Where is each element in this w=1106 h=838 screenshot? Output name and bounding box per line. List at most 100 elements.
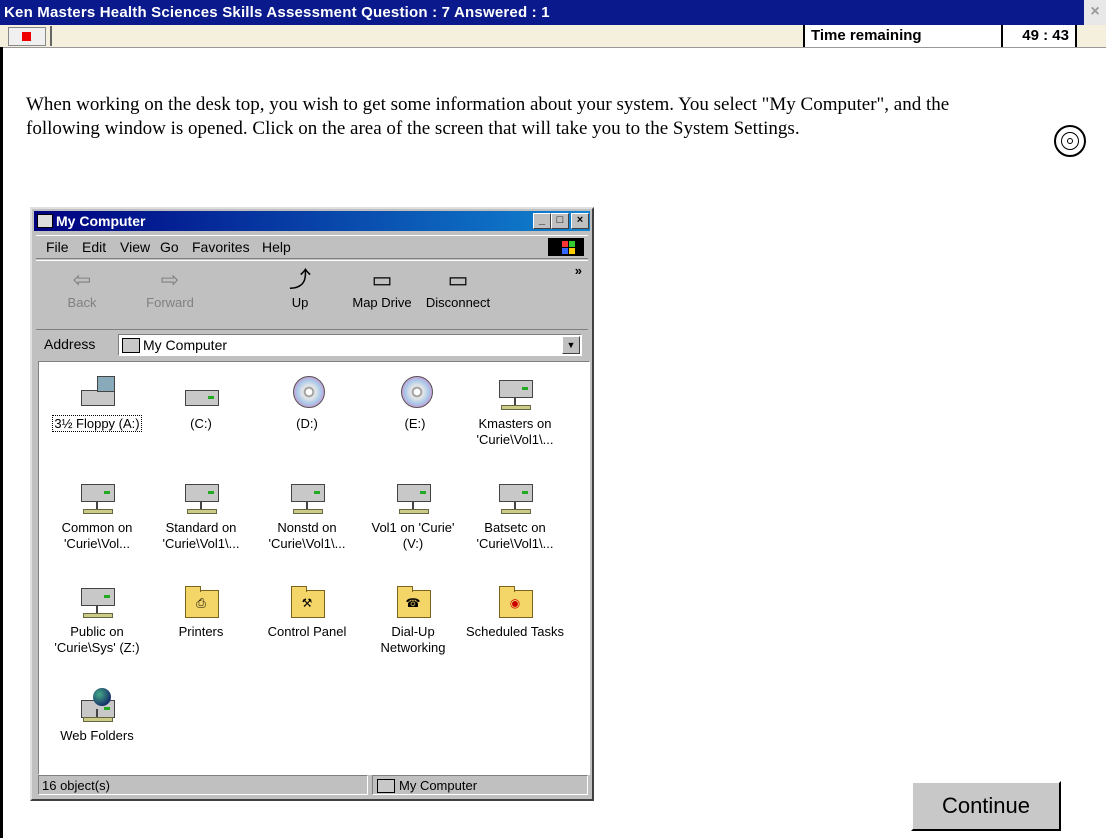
network-drive-nonstd[interactable]: Nonstd on 'Curie\Vol1\... — [255, 480, 359, 552]
window-title: My Computer — [56, 213, 146, 229]
time-remaining-value: 49 : 43 — [1022, 27, 1069, 44]
network-drive-batsetc[interactable]: Batsetc on 'Curie\Vol1\... — [463, 480, 567, 552]
audio-play-icon[interactable] — [1054, 125, 1086, 157]
menu-favorites[interactable]: Favorites — [192, 236, 250, 258]
menu-edit[interactable]: Edit — [82, 236, 106, 258]
divider — [1001, 25, 1003, 47]
file-view: 3½ Floppy (A:) (C:) (D:) (E:) Kmasters o… — [38, 361, 590, 775]
address-value: My Computer — [143, 337, 228, 353]
minimize-button[interactable]: _ — [533, 213, 551, 229]
up-button[interactable]: ⤴ Up — [266, 265, 334, 325]
drive-item-c[interactable]: (C:) — [149, 376, 253, 432]
floppy-drive-icon — [77, 376, 117, 412]
network-drive-public[interactable]: Public on 'Curie\Sys' (Z:) — [45, 584, 149, 656]
close-button[interactable]: × — [571, 213, 589, 229]
menu-help[interactable]: Help — [262, 236, 291, 258]
divider — [50, 26, 52, 46]
status-location: My Computer — [372, 775, 588, 795]
item-label: Printers — [178, 624, 224, 639]
windows-logo-icon — [548, 238, 584, 256]
item-label: Control Panel — [267, 624, 347, 639]
network-drive-icon — [181, 480, 221, 516]
time-remaining-label: Time remaining — [811, 27, 922, 44]
address-label: Address — [44, 336, 96, 352]
forward-label: Forward — [146, 295, 194, 310]
printers-folder[interactable]: ⎙ Printers — [149, 584, 253, 640]
window-status-bar: 16 object(s) My Computer — [36, 775, 588, 797]
window-titlebar: My Computer _ □ × — [34, 211, 590, 231]
disconnect-icon: ▭ — [447, 267, 469, 292]
timer-box: Time remaining 49 : 43 — [803, 25, 1077, 47]
chevron-down-icon[interactable]: ▼ — [562, 336, 580, 354]
menu-bar: File Edit View Go Favorites Help — [36, 235, 588, 259]
app-close-icon[interactable]: × — [1084, 0, 1106, 25]
continue-button[interactable]: Continue — [911, 781, 1061, 831]
cd-drive-icon — [287, 376, 327, 412]
item-label: Batsetc on 'Curie\Vol1\... — [476, 520, 554, 551]
drive-item-floppy[interactable]: 3½ Floppy (A:) — [45, 376, 149, 432]
computer-icon — [37, 214, 53, 228]
item-label: Common on 'Curie\Vol... — [61, 520, 133, 551]
menu-view[interactable]: View — [120, 236, 150, 258]
menu-go[interactable]: Go — [160, 236, 179, 258]
stop-button[interactable] — [8, 27, 46, 46]
menu-file[interactable]: File — [46, 236, 69, 258]
dial-up-icon: ☎ — [393, 584, 433, 620]
address-bar: Address My Computer ▼ — [36, 331, 588, 357]
network-drive-standard[interactable]: Standard on 'Curie\Vol1\... — [149, 480, 253, 552]
back-button[interactable]: ⇦ Back — [48, 265, 116, 325]
toolbar-more-icon[interactable]: » — [575, 263, 582, 278]
computer-icon — [377, 779, 395, 793]
web-folders-icon — [77, 688, 117, 724]
control-panel-folder[interactable]: ⚒ Control Panel — [255, 584, 359, 640]
scheduled-tasks-icon: ◉ — [495, 584, 535, 620]
network-drive-icon — [495, 376, 535, 412]
network-drive-icon — [495, 480, 535, 516]
forward-button[interactable]: ⇨ Forward — [136, 265, 204, 325]
app-title: Ken Masters Health Sciences Skills Asses… — [4, 4, 550, 21]
question-text: When working on the desk top, you wish t… — [26, 94, 950, 139]
my-computer-window: My Computer _ □ × File Edit View Go Favo… — [30, 207, 594, 801]
item-label: Standard on 'Curie\Vol1\... — [162, 520, 240, 551]
network-drive-icon — [77, 480, 117, 516]
object-count: 16 object(s) — [38, 775, 368, 795]
item-label: Kmasters on 'Curie\Vol1\... — [476, 416, 554, 447]
network-drive-kmasters[interactable]: Kmasters on 'Curie\Vol1\... — [463, 376, 567, 448]
control-panel-icon: ⚒ — [287, 584, 327, 620]
scheduled-tasks-folder[interactable]: ◉ Scheduled Tasks — [463, 584, 567, 640]
disconnect-button[interactable]: ▭ Disconnect — [424, 265, 492, 325]
drive-item-e[interactable]: (E:) — [363, 376, 467, 432]
dial-up-networking-folder[interactable]: ☎ Dial-Up Networking — [361, 584, 465, 656]
item-label: Scheduled Tasks — [465, 624, 565, 639]
app-titlebar: Ken Masters Health Sciences Skills Asses… — [0, 0, 1106, 25]
item-label: 3½ Floppy (A:) — [52, 415, 142, 432]
back-label: Back — [67, 295, 97, 310]
cd-drive-icon — [395, 376, 435, 412]
stop-icon — [22, 32, 31, 41]
map-drive-label: Map Drive — [352, 295, 412, 310]
item-label: (E:) — [404, 416, 426, 431]
status-location-label: My Computer — [399, 778, 478, 793]
map-drive-icon: ▭ — [371, 267, 393, 292]
toolbar: ⇦ Back ⇨ Forward ⤴ Up ▭ Map Drive ▭ Disc… — [36, 260, 588, 330]
network-drive-icon — [393, 480, 433, 516]
network-drive-common[interactable]: Common on 'Curie\Vol... — [45, 480, 149, 552]
disconnect-label: Disconnect — [425, 295, 491, 310]
back-arrow-icon: ⇦ — [72, 267, 92, 292]
item-label: (C:) — [190, 416, 212, 431]
maximize-button[interactable]: □ — [551, 213, 569, 229]
item-label: Nonstd on 'Curie\Vol1\... — [268, 520, 346, 551]
item-label: Dial-Up Networking — [380, 624, 446, 655]
up-label: Up — [291, 295, 309, 310]
item-label: Vol1 on 'Curie' (V:) — [371, 520, 455, 551]
item-label: Web Folders — [60, 728, 134, 743]
network-drive-vol1[interactable]: Vol1 on 'Curie' (V:) — [361, 480, 465, 552]
address-field[interactable]: My Computer ▼ — [118, 334, 582, 356]
item-label: Public on 'Curie\Sys' (Z:) — [54, 624, 140, 655]
drive-item-d[interactable]: (D:) — [255, 376, 359, 432]
up-folder-icon: ⤴ — [288, 267, 311, 292]
hard-drive-icon — [181, 376, 221, 412]
map-drive-button[interactable]: ▭ Map Drive — [348, 265, 416, 325]
forward-arrow-icon: ⇨ — [160, 267, 180, 292]
web-folders[interactable]: Web Folders — [45, 688, 149, 744]
